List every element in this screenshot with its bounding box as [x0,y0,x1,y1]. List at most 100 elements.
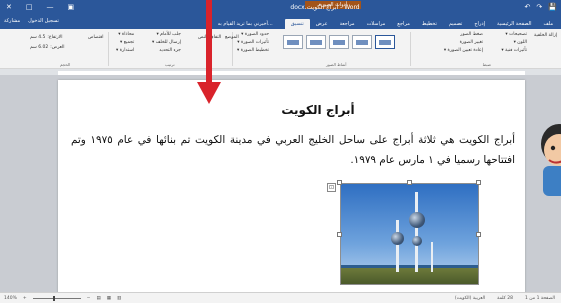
share-button[interactable]: مشاركة [4,18,20,24]
account-area: مشاركة تسجيل الدخول [4,18,59,24]
status-bar: الصفحة 1 من 1 28 كلمة العربية (الكويت) 1… [0,292,561,303]
height-row: الارتفاع: 4.5 سم [30,35,62,40]
close-icon[interactable]: ✕ [6,3,12,11]
picture-effects-button[interactable]: تأثيرات الصورة ▾ [237,40,269,45]
zoom-slider[interactable] [32,296,81,301]
height-field[interactable]: 4.5 سم [30,35,45,40]
red-arrow-head-icon [197,82,221,104]
document-heading[interactable]: أبراج الكويت [258,103,378,117]
picture-style-thumb[interactable] [375,35,395,49]
resize-handle[interactable] [337,232,342,237]
resize-handle[interactable] [476,232,481,237]
save-icon[interactable]: 💾 [548,3,557,11]
corrections-button[interactable]: تصحيحات ▾ [501,32,527,37]
tower-sphere [412,236,422,246]
bring-forward-button[interactable]: جلب للأمام ▾ [152,32,180,37]
cartoon-character [541,124,561,196]
align-button[interactable]: محاذاة ▾ [116,32,134,37]
red-arrow-shaft [206,0,212,86]
picture-ground [341,268,478,284]
tab-home[interactable]: الصفحة الرئيسية [491,19,538,29]
adjust-group: تصحيحات ▾ اللون ▾ تأثيرات فنية ▾ [501,32,527,53]
group-button[interactable]: تجميع ▾ [116,40,134,45]
change-picture-button[interactable]: تغيير الصورة [444,40,483,45]
horizontal-ruler[interactable] [0,69,561,76]
word-count[interactable]: 28 كلمة [497,296,513,301]
ribbon-display-options-icon[interactable]: ▣ [68,3,75,11]
document-page[interactable]: أبراج الكويت أبراج الكويت هي ثلاثة أبراج… [58,80,525,294]
zoom-controls: 140% + − ▤ ▦ ▥ [4,296,121,301]
artistic-effects-button[interactable]: تأثيرات فنية ▾ [501,48,527,53]
title-bar: 💾 ↷ ↶ أدوات الصورة Word - أبراج الكويت.d… [0,0,561,17]
tab-layout[interactable]: تخطيط [416,19,443,29]
zoom-level[interactable]: 140% [4,296,17,301]
tab-mailings[interactable]: مراسلات [361,19,392,29]
page-count[interactable]: الصفحة 1 من 1 [525,296,555,301]
tab-format[interactable]: تنسيق [284,19,310,29]
remove-background-button[interactable]: إزالة الخلفية [534,33,557,38]
position-group: الموضع [225,35,239,40]
tower-shaft [431,242,433,272]
tab-file[interactable]: ملف [537,19,559,29]
arrange-group-label: ترتيب [165,62,175,67]
color-button[interactable]: اللون ▾ [501,40,527,45]
remove-background-group: إزالة الخلفية [534,33,557,38]
tab-view[interactable]: عرض [310,19,334,29]
tab-insert[interactable]: إدراج [468,19,491,29]
resize-handle[interactable] [407,180,412,185]
separator [410,32,411,66]
picture-style-thumb[interactable] [329,35,349,49]
word-window: 💾 ↷ ↶ أدوات الصورة Word - أبراج الكويت.d… [0,0,561,303]
minimize-icon[interactable]: — [47,3,54,11]
picture-styles-gallery [283,35,395,49]
compress-pictures-button[interactable]: ضغط الصور [444,32,483,37]
document-title: Word - أبراج الكويت.docx [290,4,360,11]
picture-border-button[interactable]: حدود الصورة ▾ [237,32,269,37]
print-layout-icon[interactable]: ▦ [107,296,111,301]
crop-group: اقتصاص [88,35,103,40]
resize-handle[interactable] [337,180,342,185]
width-row: العرض: 6.02 سم [30,45,64,50]
width-label: العرض: [50,45,65,50]
tab-design[interactable]: تصميم [443,19,468,29]
size-group-label: الحجم [60,62,71,67]
resize-handle[interactable] [476,180,481,185]
maximize-icon[interactable]: □ [26,3,33,11]
zoom-out-icon[interactable]: + [23,296,27,301]
tab-references[interactable]: مراجع [391,19,416,29]
layout-options-icon[interactable]: ⊡ [327,183,336,192]
document-area: أبراج الكويت أبراج الكويت هي ثلاثة أبراج… [0,76,561,294]
redo-icon[interactable]: ↷ [536,3,542,11]
undo-icon[interactable]: ↶ [525,3,531,11]
selection-pane-button[interactable]: جزء التحديد [152,48,181,53]
picture-layout-button[interactable]: تخطيط الصورة ▾ [237,48,269,53]
zoom-slider-thumb[interactable] [52,296,55,301]
rotate-button[interactable]: استدارة ▾ [116,48,134,53]
read-mode-icon[interactable]: ▥ [117,296,121,301]
reset-picture-button[interactable]: إعادة تعيين الصورة ▾ [444,48,483,53]
picture-style-options: حدود الصورة ▾ تأثيرات الصورة ▾ تخطيط الص… [237,32,269,53]
width-field[interactable]: 6.02 سم [30,45,48,50]
ribbon-tabs: ملف الصفحة الرئيسية إدراج تصميم تخطيط مر… [0,17,561,29]
tower-shaft [396,220,399,272]
language-indicator[interactable]: العربية (الكويت) [455,296,485,301]
picture-style-thumb[interactable] [306,35,326,49]
separator [108,32,109,66]
picture-styles-label: أنماط الصور [326,62,347,67]
document-paragraph[interactable]: أبراج الكويت هي ثلاثة أبراج على ساحل الخ… [71,130,515,170]
tab-review[interactable]: مراجعة [334,19,361,29]
kuwait-towers-picture[interactable] [340,183,479,285]
picture-style-thumb[interactable] [283,35,303,49]
adjust-group-2: ضغط الصور تغيير الصورة إعادة تعيين الصور… [444,32,483,53]
position-button[interactable]: الموضع [225,35,239,40]
crop-button[interactable]: اقتصاص [88,35,103,40]
send-backward-button[interactable]: إرسال للخلف ▾ [152,40,181,45]
window-controls: ✕ □ — ▣ [6,3,74,11]
tell-me-box[interactable]: أخبرني بما تريد القيام به... [214,19,277,29]
tower-shaft [415,192,418,272]
web-layout-icon[interactable]: ▤ [96,296,100,301]
picture-style-thumb[interactable] [352,35,372,49]
sign-in-link[interactable]: تسجيل الدخول [28,18,59,24]
quick-access-toolbar: 💾 ↷ ↶ [525,3,557,11]
zoom-in-icon[interactable]: − [87,296,91,301]
